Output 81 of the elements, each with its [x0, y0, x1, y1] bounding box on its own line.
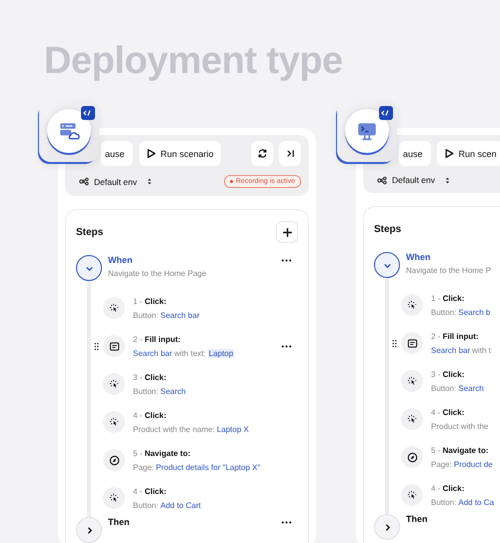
skip-to-end-icon	[284, 148, 296, 159]
more-icon[interactable]	[281, 259, 292, 262]
step-detail: with t	[472, 346, 491, 354]
expand-toggle[interactable]	[76, 255, 102, 281]
add-step-button[interactable]	[276, 221, 298, 243]
step-detail: Button:	[431, 384, 456, 392]
group-title: Then	[406, 514, 428, 524]
text-input-icon	[108, 340, 120, 352]
environment-selector[interactable]: Default env	[94, 176, 137, 186]
step-detail: Page:	[431, 460, 452, 468]
pause-button[interactable]: ause	[101, 141, 133, 166]
expand-toggle[interactable]	[374, 252, 400, 278]
highlighted-link[interactable]: Laptop	[208, 348, 234, 358]
click-icon	[406, 300, 418, 310]
skip-button[interactable]	[279, 141, 301, 166]
more-icon[interactable]	[281, 521, 292, 524]
step-link[interactable]: Search bar	[160, 310, 200, 320]
step-link[interactable]: Search	[458, 384, 484, 392]
step-title: 4 - Click:	[133, 410, 168, 420]
pause-button[interactable]: ause	[399, 141, 431, 166]
plus-icon	[282, 226, 292, 238]
step-link[interactable]: Search	[160, 386, 186, 396]
step-link[interactable]: Add to Cart	[160, 500, 201, 510]
step-link[interactable]: Product de	[454, 460, 493, 468]
step-detail: Button:	[431, 498, 456, 506]
step-title: 1 - Click:	[133, 296, 168, 306]
steps-heading: Steps	[374, 224, 402, 234]
step-detail: Button:	[133, 386, 158, 396]
step-detail: Product with the name:	[133, 424, 215, 434]
play-icon	[146, 148, 157, 159]
step-link[interactable]: Add to Ca	[458, 498, 494, 506]
click-icon	[108, 492, 120, 504]
click-icon	[406, 414, 418, 424]
step-title: 4 - Click:	[431, 408, 466, 416]
step-detail: Product with the	[431, 422, 488, 430]
step-title: 5 - Navigate to:	[431, 446, 490, 454]
refresh-button[interactable]	[251, 141, 273, 166]
steps-heading: Steps	[76, 226, 104, 238]
step-detail: with text:	[174, 348, 206, 358]
step-detail: Button:	[431, 308, 456, 316]
step-title: 4 - Click:	[431, 484, 466, 492]
step-title: 2 - Fill input:	[431, 332, 480, 340]
step-detail: Button:	[133, 500, 158, 510]
play-icon	[444, 148, 455, 159]
step-detail: Button:	[133, 310, 158, 320]
more-icon[interactable]	[281, 344, 292, 348]
environment-icon	[79, 177, 90, 186]
step-link[interactable]: Search bar	[133, 348, 172, 358]
step-title: 4 - Click:	[133, 486, 168, 496]
click-icon	[108, 302, 120, 314]
group-description: Navigate to the Home Page	[108, 269, 208, 278]
step-link[interactable]: Laptop X	[216, 424, 249, 434]
group-title: When	[406, 252, 432, 262]
drag-handle-icon[interactable]	[94, 342, 99, 350]
step-link[interactable]: Product details for "Laptop X"	[156, 462, 260, 472]
step-title: 2 - Fill input:	[133, 334, 182, 344]
group-title: When	[108, 255, 134, 265]
up-down-caret-icon[interactable]	[147, 177, 152, 186]
click-icon	[108, 416, 120, 428]
compass-icon	[406, 452, 418, 462]
step-link[interactable]: Search bar	[431, 346, 470, 354]
step-title: 5 - Navigate to:	[133, 448, 192, 458]
step-title: 1 - Click:	[431, 294, 466, 302]
drag-handle-icon[interactable]	[392, 338, 397, 348]
run-scenario-button[interactable]: Run scen	[436, 141, 500, 166]
up-down-caret-icon[interactable]	[445, 176, 450, 184]
group-title: Then	[108, 517, 130, 527]
run-scenario-button[interactable]: Run scenario	[138, 141, 221, 166]
click-icon	[406, 490, 418, 500]
text-input-icon	[406, 338, 418, 348]
group-description: Navigate to the Home P	[406, 266, 492, 275]
step-title: 3 - Click:	[431, 370, 466, 378]
compass-icon	[108, 454, 120, 466]
environment-selector[interactable]: Default env	[392, 175, 435, 185]
environment-icon	[377, 176, 388, 184]
click-icon	[108, 378, 120, 390]
step-link[interactable]: Search b	[458, 308, 490, 316]
click-icon	[406, 376, 418, 386]
step-title: 3 - Click:	[133, 372, 168, 382]
refresh-icon	[256, 148, 268, 159]
step-detail: Page:	[133, 462, 154, 472]
